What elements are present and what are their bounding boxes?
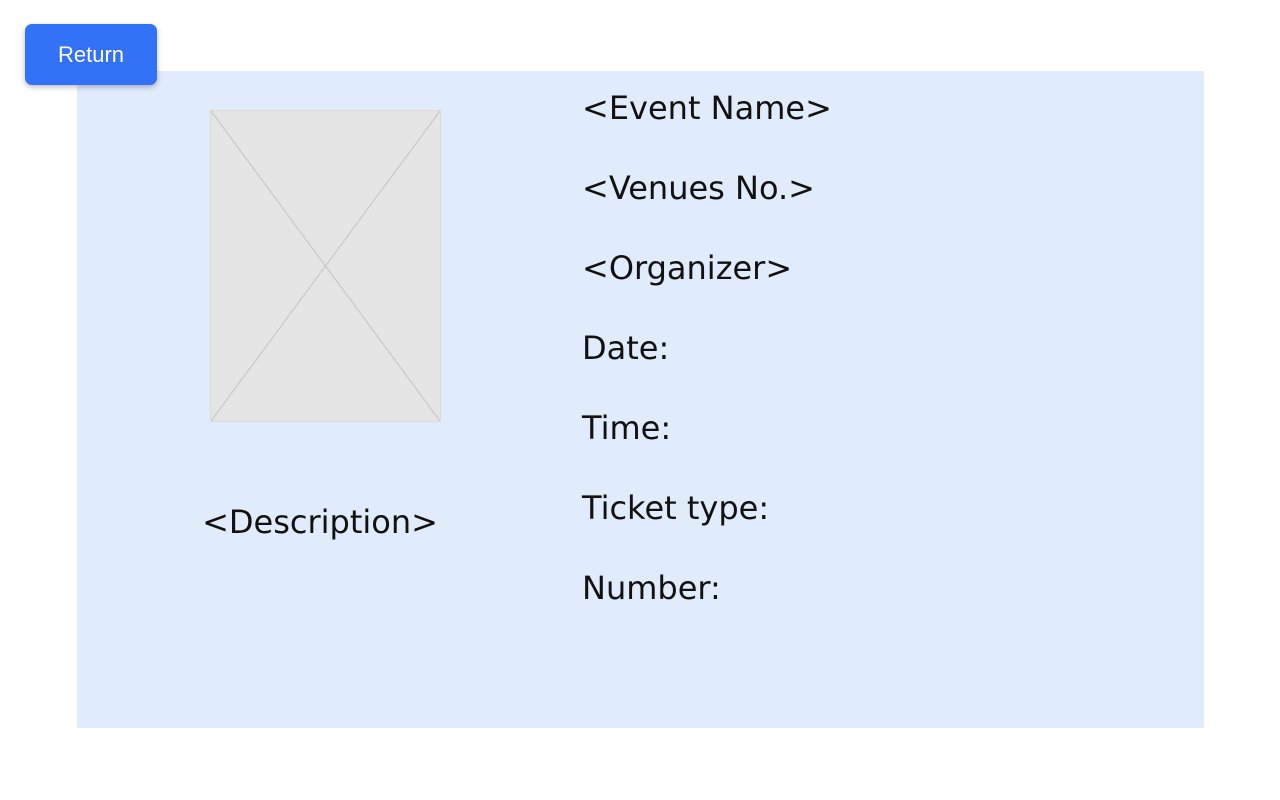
- event-description: <Description>: [202, 503, 438, 541]
- date-label: Date:: [582, 329, 670, 367]
- event-image-placeholder: [210, 110, 441, 422]
- event-name: <Event Name>: [582, 89, 832, 127]
- time-label: Time:: [582, 409, 672, 447]
- image-placeholder-icon: [211, 111, 440, 421]
- organizer: <Organizer>: [582, 249, 793, 287]
- venue-number: <Venues No.>: [582, 169, 815, 207]
- number-label: Number:: [582, 569, 721, 607]
- ticket-type-label: Ticket type:: [582, 489, 770, 527]
- return-button[interactable]: Return: [25, 24, 157, 85]
- event-info-list: <Event Name> <Venues No.> <Organizer> Da…: [582, 86, 832, 646]
- event-detail-page: Return <Description> <Event Name> <Venue…: [0, 0, 1280, 800]
